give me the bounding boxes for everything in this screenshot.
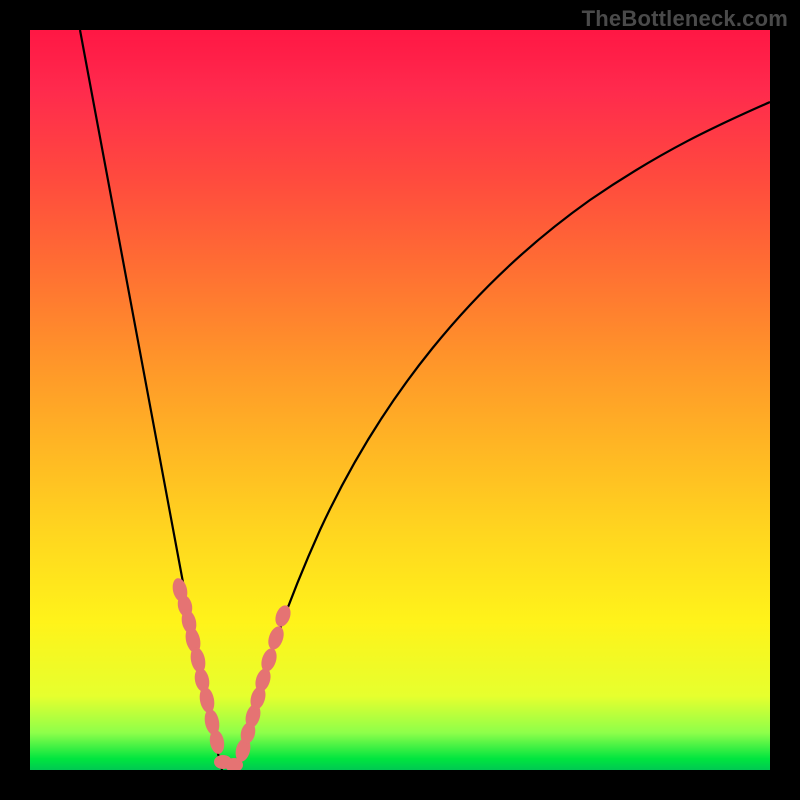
curves-svg [30, 30, 770, 770]
watermark-text: TheBottleneck.com [582, 6, 788, 32]
bead-right [259, 646, 280, 673]
plot-area [30, 30, 770, 770]
bead-right [265, 624, 286, 651]
curve-right-arm [238, 102, 770, 770]
bead-right [273, 603, 294, 628]
chart-frame: TheBottleneck.com [0, 0, 800, 800]
